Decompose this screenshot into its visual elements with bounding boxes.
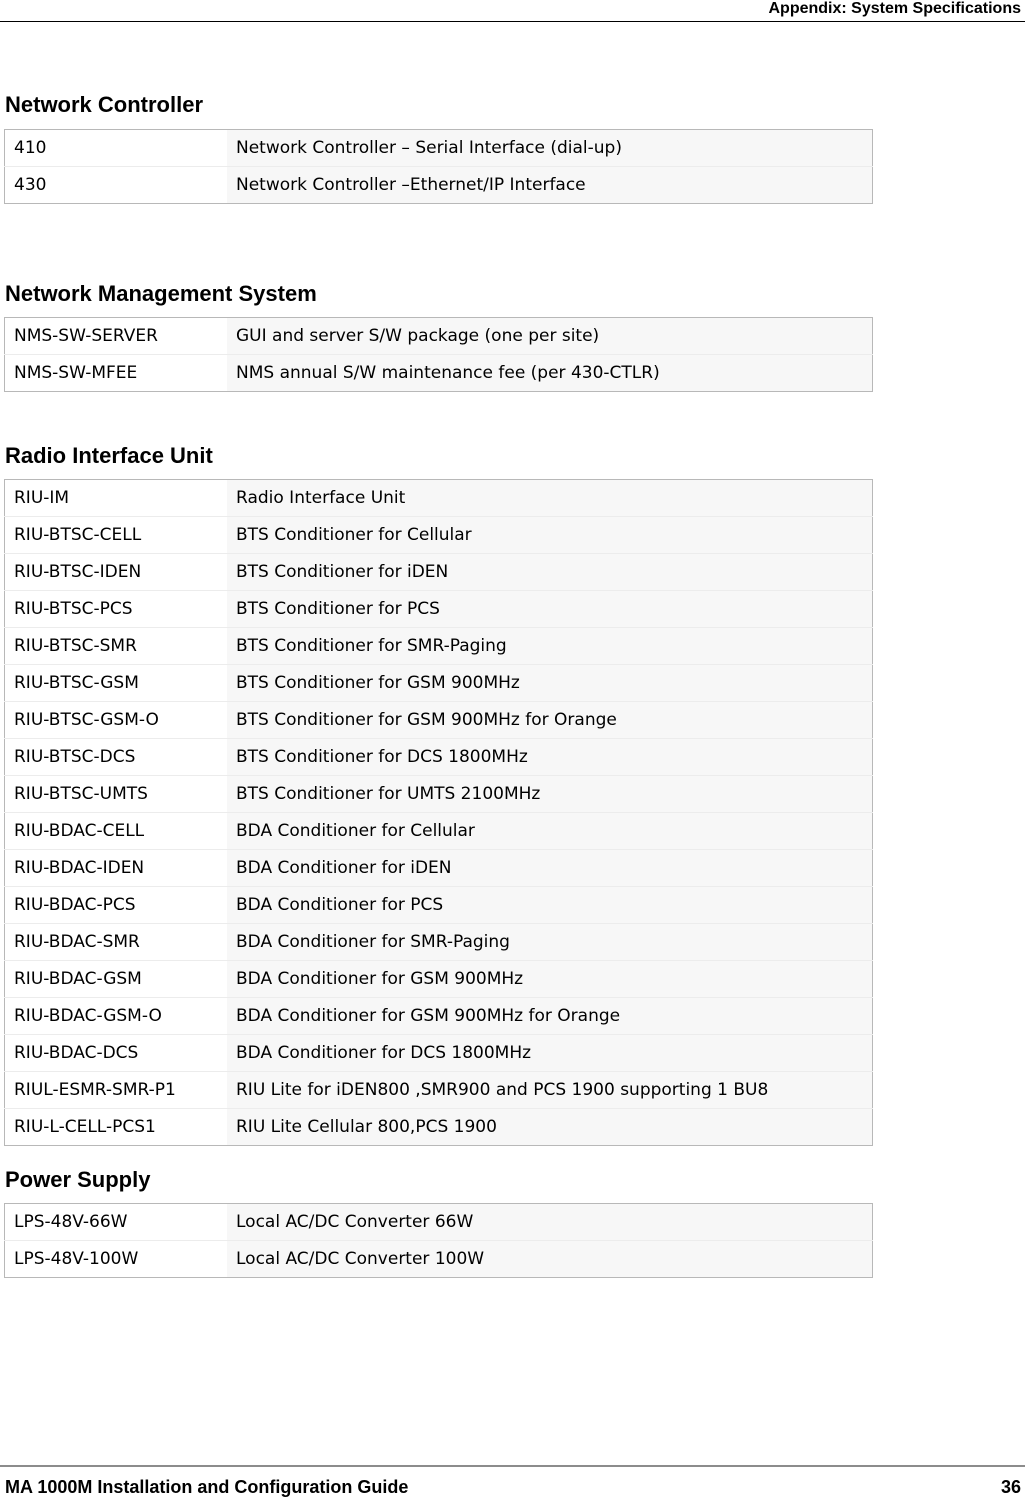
part-description: NMS annual S/W maintenance fee (per 430-…	[227, 354, 873, 392]
part-description: BTS Conditioner for SMR-Paging	[227, 627, 873, 665]
part-description: Network Controller –Ethernet/IP Interfac…	[227, 166, 873, 204]
part-number: RIU-BDAC-CELL	[4, 812, 227, 850]
table-row: RIU-BDAC-GSM-O BDA Conditioner for GSM 90…	[4, 997, 873, 1035]
table-row: RIU-BDAC-PCS BDA Conditioner for PCS	[4, 886, 873, 924]
table-row: 410 Network Controller – Serial Interfac…	[4, 129, 873, 167]
part-description: BTS Conditioner for PCS	[227, 590, 873, 628]
table-row: RIU-BDAC-IDEN BDA Conditioner for iDEN	[4, 849, 873, 887]
table-row: RIU-IM Radio Interface Unit	[4, 479, 873, 517]
table-row: RIU-BTSC-CELL BTS Conditioner for Cellula…	[4, 516, 873, 554]
part-description: RIU Lite for iDEN800 ,SMR900 and PCS 190…	[227, 1071, 873, 1109]
section-title-network-management-system: Network Management System	[5, 281, 317, 306]
header-title: Appendix: System Specifications	[768, 0, 1021, 17]
part-description: BTS Conditioner for iDEN	[227, 553, 873, 591]
network-controller-table: 410 Network Controller – Serial Interfac…	[4, 129, 873, 204]
table-row: NMS-SW-MFEE NMS annual S/W maintenance f…	[4, 354, 873, 392]
part-number: LPS-48V-66W	[4, 1203, 227, 1241]
part-description: Network Controller – Serial Interface (d…	[227, 129, 873, 167]
part-number: 410	[4, 129, 227, 167]
table-row: RIU-L-CELL-PCS1 RIU Lite Cellular 800,PCS…	[4, 1108, 873, 1146]
part-description: BTS Conditioner for GSM 900MHz	[227, 664, 873, 702]
part-description: BDA Conditioner for Cellular	[227, 812, 873, 850]
part-number: RIUL-ESMR-SMR-P1	[4, 1071, 227, 1109]
table-row: RIU-BTSC-SMR BTS Conditioner for SMR-Pagi…	[4, 627, 873, 665]
table-row: RIU-BDAC-DCS BDA Conditioner for DCS 1800…	[4, 1034, 873, 1072]
table-row: LPS-48V-66W Local AC/DC Converter 66W	[4, 1203, 873, 1241]
part-number: RIU-BTSC-PCS	[4, 590, 227, 628]
table-row: RIU-BDAC-SMR BDA Conditioner for SMR-Pagi…	[4, 923, 873, 961]
table-row: RIUL-ESMR-SMR-P1 RIU Lite for iDEN800 ,SM…	[4, 1071, 873, 1109]
section-title-power-supply: Power Supply	[5, 1167, 151, 1192]
part-number: RIU-BDAC-IDEN	[4, 849, 227, 887]
part-number: RIU-BTSC-SMR	[4, 627, 227, 665]
table-row: RIU-BTSC-GSM-O BTS Conditioner for GSM 90…	[4, 701, 873, 739]
page-footer: MA 1000M Installation and Configuration …	[0, 1465, 1025, 1499]
part-number: RIU-BTSC-IDEN	[4, 553, 227, 591]
power-supply-table: LPS-48V-66W Local AC/DC Converter 66W LP…	[4, 1203, 873, 1278]
part-description: BDA Conditioner for iDEN	[227, 849, 873, 887]
table-row: RIU-BDAC-CELL BDA Conditioner for Cellula…	[4, 812, 873, 850]
part-description: Local AC/DC Converter 66W	[227, 1203, 873, 1241]
part-description: GUI and server S/W package (one per site…	[227, 317, 873, 355]
part-description: BTS Conditioner for UMTS 2100MHz	[227, 775, 873, 813]
section-title-network-controller: Network Controller	[5, 92, 204, 117]
part-number: RIU-L-CELL-PCS1	[4, 1108, 227, 1146]
part-number: LPS-48V-100W	[4, 1240, 227, 1278]
part-number: RIU-BDAC-PCS	[4, 886, 227, 924]
part-description: BTS Conditioner for DCS 1800MHz	[227, 738, 873, 776]
page-header: Appendix: System Specifications	[0, 0, 1025, 22]
table-row: RIU-BTSC-IDEN BTS Conditioner for iDEN	[4, 553, 873, 591]
section-title-radio-interface-unit: Radio Interface Unit	[5, 443, 213, 468]
part-description: Radio Interface Unit	[227, 479, 873, 517]
part-description: BDA Conditioner for GSM 900MHz for Orang…	[227, 997, 873, 1035]
part-description: Local AC/DC Converter 100W	[227, 1240, 873, 1278]
part-number: RIU-BDAC-GSM	[4, 960, 227, 998]
footer-document-title: MA 1000M Installation and Configuration …	[5, 1477, 409, 1497]
part-number: RIU-BTSC-GSM	[4, 664, 227, 702]
part-number: RIU-BTSC-GSM-O	[4, 701, 227, 739]
part-number: RIU-IM	[4, 479, 227, 517]
part-description: BDA Conditioner for PCS	[227, 886, 873, 924]
table-row: 430 Network Controller –Ethernet/IP Inte…	[4, 166, 873, 204]
part-description: BDA Conditioner for GSM 900MHz	[227, 960, 873, 998]
part-number: 430	[4, 166, 227, 204]
table-row: RIU-BTSC-PCS BTS Conditioner for PCS	[4, 590, 873, 628]
table-row: RIU-BTSC-GSM BTS Conditioner for GSM 900M…	[4, 664, 873, 702]
part-description: RIU Lite Cellular 800,PCS 1900	[227, 1108, 873, 1146]
part-number: RIU-BDAC-SMR	[4, 923, 227, 961]
part-description: BTS Conditioner for GSM 900MHz for Orang…	[227, 701, 873, 739]
table-row: RIU-BDAC-GSM BDA Conditioner for GSM 900M…	[4, 960, 873, 998]
page-number: 36	[1000, 1477, 1021, 1497]
part-number: RIU-BTSC-DCS	[4, 738, 227, 776]
table-row: LPS-48V-100W Local AC/DC Converter 100W	[4, 1240, 873, 1278]
network-management-table: NMS-SW-SERVER GUI and server S/W package…	[4, 317, 873, 392]
part-description: BDA Conditioner for SMR-Paging	[227, 923, 873, 961]
part-number: NMS-SW-MFEE	[4, 354, 227, 392]
table-row: RIU-BTSC-DCS BTS Conditioner for DCS 1800…	[4, 738, 873, 776]
part-description: BTS Conditioner for Cellular	[227, 516, 873, 554]
table-row: NMS-SW-SERVER GUI and server S/W package…	[4, 317, 873, 355]
part-number: RIU-BDAC-DCS	[4, 1034, 227, 1072]
part-number: RIU-BTSC-UMTS	[4, 775, 227, 813]
radio-interface-unit-table: RIU-IM Radio Interface Unit RIU-BTSC-CELL…	[4, 479, 873, 1146]
part-number: NMS-SW-SERVER	[4, 317, 227, 355]
part-description: BDA Conditioner for DCS 1800MHz	[227, 1034, 873, 1072]
part-number: RIU-BDAC-GSM-O	[4, 997, 227, 1035]
table-row: RIU-BTSC-UMTS BTS Conditioner for UMTS 21…	[4, 775, 873, 813]
part-number: RIU-BTSC-CELL	[4, 516, 227, 554]
